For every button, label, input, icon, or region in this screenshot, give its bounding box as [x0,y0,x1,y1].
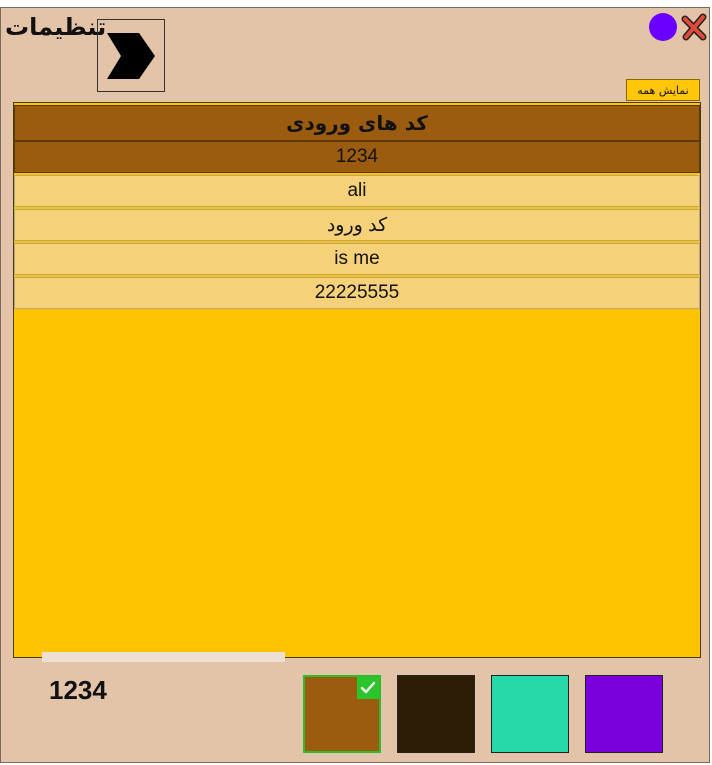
circle-icon[interactable] [649,13,677,41]
check-icon [357,677,379,699]
color-swatch-dark-brown[interactable] [397,675,475,753]
close-icon [681,13,707,41]
color-swatch-teal[interactable] [491,675,569,753]
chevron-right-icon [107,32,155,79]
show-all-button[interactable]: نمایش همه [626,79,700,101]
codes-list-header: کد های ورودی [14,105,700,141]
list-item[interactable]: کد ورود [14,209,700,241]
color-swatch-purple[interactable] [585,675,663,753]
close-button[interactable] [681,13,709,41]
current-code-value: 1234 [49,675,107,705]
list-item[interactable]: is me [14,243,700,275]
next-button[interactable] [97,19,165,92]
settings-window: تنظیمات نمایش همه کد های ورودی 1234 ali … [0,7,710,763]
list-item[interactable]: 1234 [14,141,700,173]
code-input-tab[interactable] [42,652,285,662]
window-title: تنظیمات [5,13,107,41]
codes-list: کد های ورودی 1234 ali کد ورود is me 2222… [13,102,701,658]
list-item[interactable]: ali [14,175,700,207]
color-swatch-brown[interactable] [303,675,381,753]
list-item[interactable]: 22225555 [14,277,700,309]
